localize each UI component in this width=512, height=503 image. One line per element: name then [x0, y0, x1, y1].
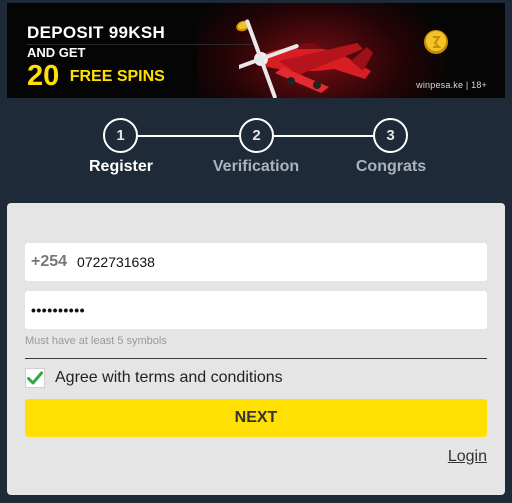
banner-spins-number: 20 [27, 60, 60, 92]
agree-terms-label: Agree with terms and conditions [55, 369, 283, 386]
banner-spins-line: 20 FREE SPINS [27, 60, 165, 93]
step-2-circle: 2 [239, 118, 274, 153]
login-link[interactable]: Login [448, 448, 487, 466]
phone-country-code: +254 [31, 253, 68, 270]
password-hint: Must have at least 5 symbols [25, 335, 167, 347]
step-2-label: Verification [212, 158, 300, 175]
next-button[interactable]: NEXT [25, 399, 487, 437]
agree-terms-checkbox[interactable] [25, 368, 45, 388]
promo-banner[interactable]: DEPOSIT 99KSH AND GET 20 FREE SPINS winp… [7, 3, 505, 98]
agree-terms-row[interactable]: Agree with terms and conditions [25, 368, 283, 388]
registration-form: +254 •••••••••• Must have at least 5 sym… [7, 203, 505, 495]
step-3-circle: 3 [373, 118, 408, 153]
banner-and-get-text: AND GET [27, 45, 86, 60]
phone-field[interactable]: +254 [25, 243, 487, 281]
step-1-label: Register [88, 158, 154, 175]
step-3-label: Congrats [355, 158, 427, 175]
form-divider [25, 358, 487, 359]
red-plane-icon [239, 19, 373, 98]
step-connector-2 [274, 135, 375, 137]
phone-input[interactable] [77, 254, 438, 270]
step-connector-1 [136, 135, 241, 137]
checkmark-icon [27, 371, 43, 385]
registration-stepper: 1 2 3 Register Verification Congrats [0, 118, 512, 188]
password-input[interactable]: •••••••••• [31, 302, 85, 318]
password-field[interactable]: •••••••••• [25, 291, 487, 329]
step-1-circle: 1 [103, 118, 138, 153]
gold-coin-icon [424, 30, 448, 54]
registration-page: DEPOSIT 99KSH AND GET 20 FREE SPINS winp… [0, 0, 512, 503]
banner-spins-label: FREE SPINS [69, 67, 165, 85]
banner-site-tag: winpesa.ke | 18+ [416, 80, 487, 90]
